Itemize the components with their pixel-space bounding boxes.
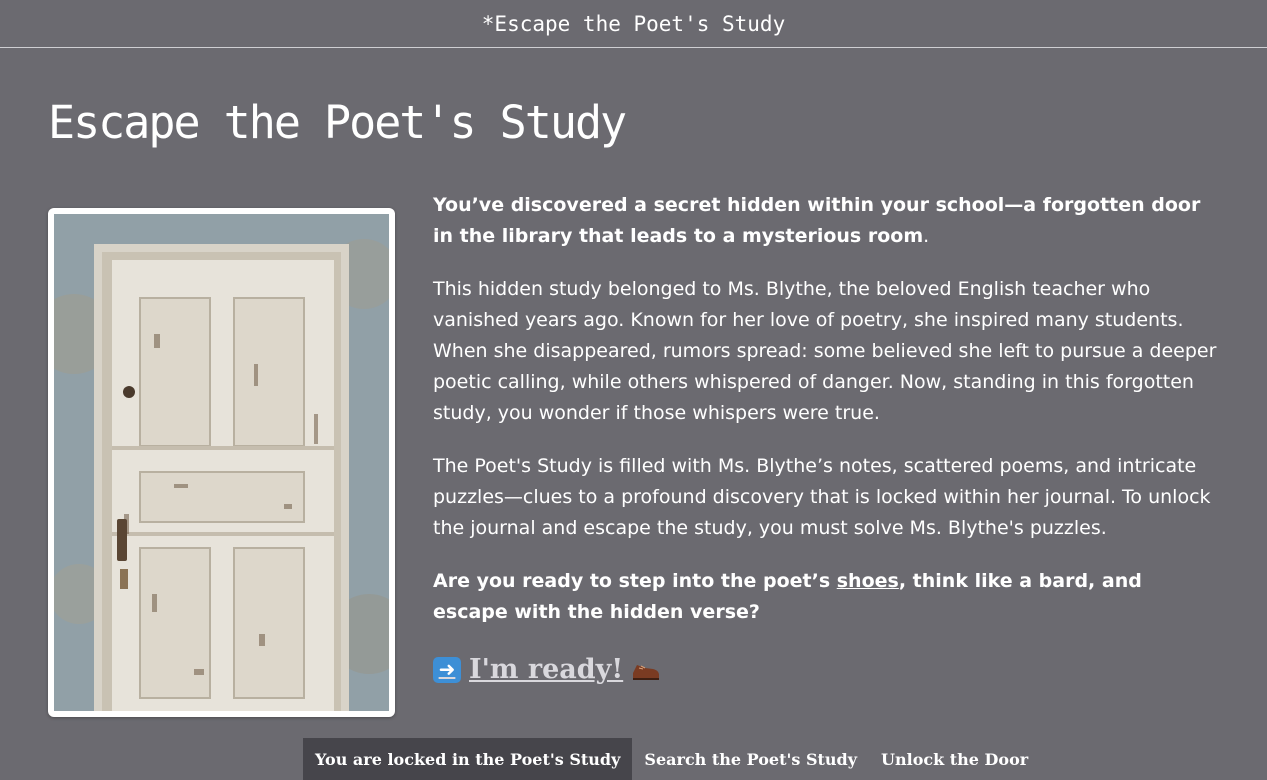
intro-content: You’ve discovered a secret hidden within… xyxy=(433,190,1223,686)
im-ready-label: I'm ready! xyxy=(469,654,624,685)
intro-paragraph-4: Are you ready to step into the poet’s sh… xyxy=(433,566,1223,628)
intro-paragraph-1-end: . xyxy=(923,225,930,247)
nav-item-search[interactable]: Search the Poet's Study xyxy=(632,738,869,780)
nav-item-locked[interactable]: You are locked in the Poet's Study xyxy=(303,738,633,780)
bottom-nav: You are locked in the Poet's Study Searc… xyxy=(303,738,1040,780)
nav-item-label: You are locked in the Poet's Study xyxy=(315,749,621,769)
intro-paragraph-1-text: You’ve discovered a secret hidden within… xyxy=(433,194,1201,247)
page-title: Escape the Poet's Study xyxy=(48,96,627,149)
nav-item-label: Search the Poet's Study xyxy=(644,749,858,769)
intro-paragraph-1: You’ve discovered a secret hidden within… xyxy=(433,190,1223,252)
window-title-bar: *Escape the Poet's Study xyxy=(0,0,1267,48)
intro-paragraph-3: The Poet's Study is filled with Ms. Blyt… xyxy=(433,455,1211,539)
im-ready-link[interactable]: ➜ I'm ready! xyxy=(433,654,661,685)
door-image xyxy=(48,208,395,717)
window-title: *Escape the Poet's Study xyxy=(481,11,786,36)
shoe-icon xyxy=(633,664,660,680)
shoes-link[interactable]: shoes xyxy=(837,570,899,592)
nav-item-unlock[interactable]: Unlock the Door xyxy=(869,738,1040,780)
right-arrow-icon: ➜ xyxy=(433,656,461,683)
nav-item-label: Unlock the Door xyxy=(881,749,1029,769)
intro-paragraph-4-before: Are you ready to step into the poet’s xyxy=(433,570,837,592)
door-illustration xyxy=(54,214,389,711)
intro-paragraph-2: This hidden study belonged to Ms. Blythe… xyxy=(433,278,1217,424)
